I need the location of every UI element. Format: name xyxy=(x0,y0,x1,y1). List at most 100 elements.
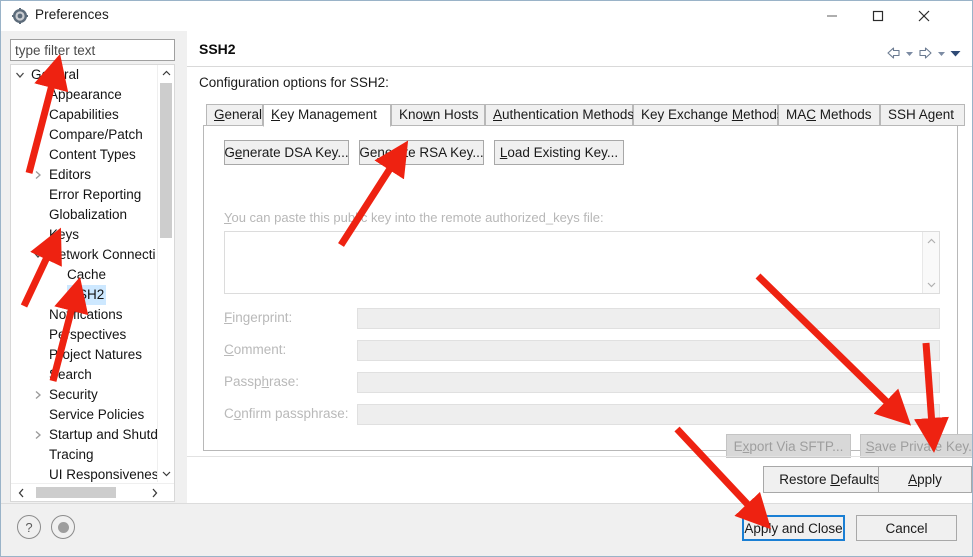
sidebar-item-project-natures[interactable]: Project Natures xyxy=(11,345,158,365)
tree-scrollbar-thumb[interactable] xyxy=(160,83,172,238)
sidebar-item-tracing[interactable]: Tracing xyxy=(11,445,158,465)
sidebar-item-label: General xyxy=(31,67,80,82)
tab-authentication-methods[interactable]: Authentication Methods xyxy=(485,104,635,126)
maximize-button[interactable] xyxy=(855,1,901,31)
sidebar-item-search[interactable]: Search xyxy=(11,365,158,385)
sidebar-item-compare-patch[interactable]: Compare/Patch xyxy=(11,125,158,145)
scroll-up-icon[interactable] xyxy=(158,65,174,82)
sidebar-item-label: Service Policies xyxy=(49,407,145,422)
chevron-right-icon[interactable] xyxy=(31,385,45,405)
comment-label: Comment: xyxy=(224,342,287,357)
chevron-right-icon[interactable] xyxy=(31,165,45,185)
window-title: Preferences xyxy=(35,7,109,22)
tab-ssh-agent[interactable]: SSH Agent xyxy=(880,104,965,126)
sidebar-item-content-types[interactable]: Content Types xyxy=(11,145,158,165)
sidebar-item-service-policies[interactable]: Service Policies xyxy=(11,405,158,425)
sidebar-item-label: Capabilities xyxy=(49,107,119,122)
scroll-up-icon[interactable] xyxy=(923,233,939,249)
fingerprint-label: Fingerprint: xyxy=(224,310,293,325)
tab-general[interactable]: General xyxy=(206,104,263,126)
title-bar: Preferences xyxy=(1,1,972,31)
public-key-scrollbar[interactable] xyxy=(922,232,939,293)
back-arrow-icon[interactable] xyxy=(885,46,902,60)
tab-label: SSH Agent xyxy=(888,107,955,122)
fingerprint-input[interactable] xyxy=(357,308,940,329)
sidebar-item-capabilities[interactable]: Capabilities xyxy=(11,105,158,125)
sidebar-item-label: Search xyxy=(49,367,92,382)
sidebar-item-network-connecti[interactable]: Network Connecti xyxy=(11,245,158,265)
help-question-icon[interactable]: ? xyxy=(17,515,41,539)
restore-defaults-button[interactable]: Restore Defaults xyxy=(763,466,896,493)
tab-key-exchange-methods[interactable]: Key Exchange Methods xyxy=(633,104,784,126)
dialog-footer: ? Apply and Close Cancel xyxy=(1,503,972,556)
button-bar-separator xyxy=(187,456,972,457)
sidebar-item-appearance[interactable]: Appearance xyxy=(11,85,158,105)
sidebar-item-perspectives[interactable]: Perspectives xyxy=(11,325,158,345)
sidebar-item-cache[interactable]: Cache xyxy=(11,265,158,285)
passphrase-input[interactable] xyxy=(357,372,940,393)
tab-label: General xyxy=(214,107,263,122)
search-input[interactable] xyxy=(11,40,174,60)
comment-row: Comment: xyxy=(224,340,940,362)
sidebar-item-label: Editors xyxy=(49,167,92,182)
back-dropdown-icon[interactable] xyxy=(904,46,915,60)
generate-dsa-key-button[interactable]: Generate DSA Key... xyxy=(224,140,349,165)
chevron-right-icon[interactable] xyxy=(31,425,45,445)
load-existing-key-button[interactable]: Load Existing Key... xyxy=(494,140,624,165)
scroll-down-icon[interactable] xyxy=(158,465,174,482)
sidebar-item-ssh2[interactable]: SSH2 xyxy=(11,285,158,305)
forward-dropdown-icon[interactable] xyxy=(936,46,947,60)
close-button[interactable] xyxy=(901,1,947,31)
sidebar-item-security[interactable]: Security xyxy=(11,385,158,405)
confirm-passphrase-row: Confirm passphrase: xyxy=(224,404,940,426)
scroll-right-icon[interactable] xyxy=(146,484,162,501)
sidebar-item-notifications[interactable]: Notifications xyxy=(11,305,158,325)
tab-label: Authentication Methods xyxy=(493,107,635,122)
sidebar-item-label: Security xyxy=(49,387,98,402)
tab-known-hosts[interactable]: Known Hosts xyxy=(391,104,485,126)
tab-label: Known Hosts xyxy=(399,107,479,122)
sidebar-item-general[interactable]: General xyxy=(11,65,158,85)
sidebar-item-startup-and-shutd[interactable]: Startup and Shutd xyxy=(11,425,158,445)
view-menu-chevron-icon[interactable] xyxy=(949,46,962,60)
passphrase-label: Passphrase: xyxy=(224,374,300,389)
sidebar-item-error-reporting[interactable]: Error Reporting xyxy=(11,185,158,205)
filter-input-wrapper[interactable] xyxy=(10,39,175,61)
tab-mac-methods[interactable]: MAC Methods xyxy=(778,104,880,126)
minimize-button[interactable] xyxy=(809,1,855,31)
preferences-gear-icon xyxy=(12,8,28,24)
tree-hscrollbar-thumb[interactable] xyxy=(36,487,116,498)
tree-horizontal-scrollbar[interactable] xyxy=(11,483,174,501)
page-description: Configuration options for SSH2: xyxy=(199,75,389,90)
sidebar-item-globalization[interactable]: Globalization xyxy=(11,205,158,225)
sidebar-item-keys[interactable]: Keys xyxy=(11,225,158,245)
bullet-circle-icon[interactable] xyxy=(51,515,75,539)
chevron-down-icon[interactable] xyxy=(13,65,27,85)
sidebar-item-editors[interactable]: Editors xyxy=(11,165,158,185)
apply-and-close-button[interactable]: Apply and Close xyxy=(742,515,845,541)
cancel-button[interactable]: Cancel xyxy=(856,515,957,541)
export-via-sftp-button[interactable]: Export Via SFTP... xyxy=(726,434,851,458)
confirm-passphrase-input[interactable] xyxy=(357,404,940,425)
scroll-down-icon[interactable] xyxy=(923,276,939,292)
tab-key-management[interactable]: Key Management xyxy=(263,104,391,127)
preferences-tree[interactable]: General Appearance Capabilities Compare/Pat… xyxy=(10,64,175,502)
comment-input[interactable] xyxy=(357,340,940,361)
page-navigation-toolbar xyxy=(885,43,962,63)
generate-rsa-key-button[interactable]: Generate RSA Key... xyxy=(359,140,484,165)
forward-arrow-icon[interactable] xyxy=(917,46,934,60)
apply-button[interactable]: Apply xyxy=(878,466,972,493)
sidebar-item-label: Content Types xyxy=(49,147,136,162)
preferences-dialog: Preferences General Appearance Capabilitie… xyxy=(0,0,973,557)
public-key-textarea[interactable] xyxy=(224,231,940,294)
chevron-down-icon[interactable] xyxy=(31,245,45,265)
sidebar-item-label: Cache xyxy=(67,267,107,282)
sidebar-item-label: Globalization xyxy=(49,207,128,222)
sidebar-item-label: UI Responsiveness xyxy=(49,467,158,482)
tree-vertical-scrollbar[interactable] xyxy=(157,65,174,482)
save-private-key-button[interactable]: Save Private Key... xyxy=(860,434,972,458)
sidebar-item-label: Tracing xyxy=(49,447,94,462)
scroll-left-icon[interactable] xyxy=(13,484,29,501)
sidebar-item-ui-responsiveness[interactable]: UI Responsiveness xyxy=(11,465,158,482)
fingerprint-row: Fingerprint: xyxy=(224,308,940,330)
